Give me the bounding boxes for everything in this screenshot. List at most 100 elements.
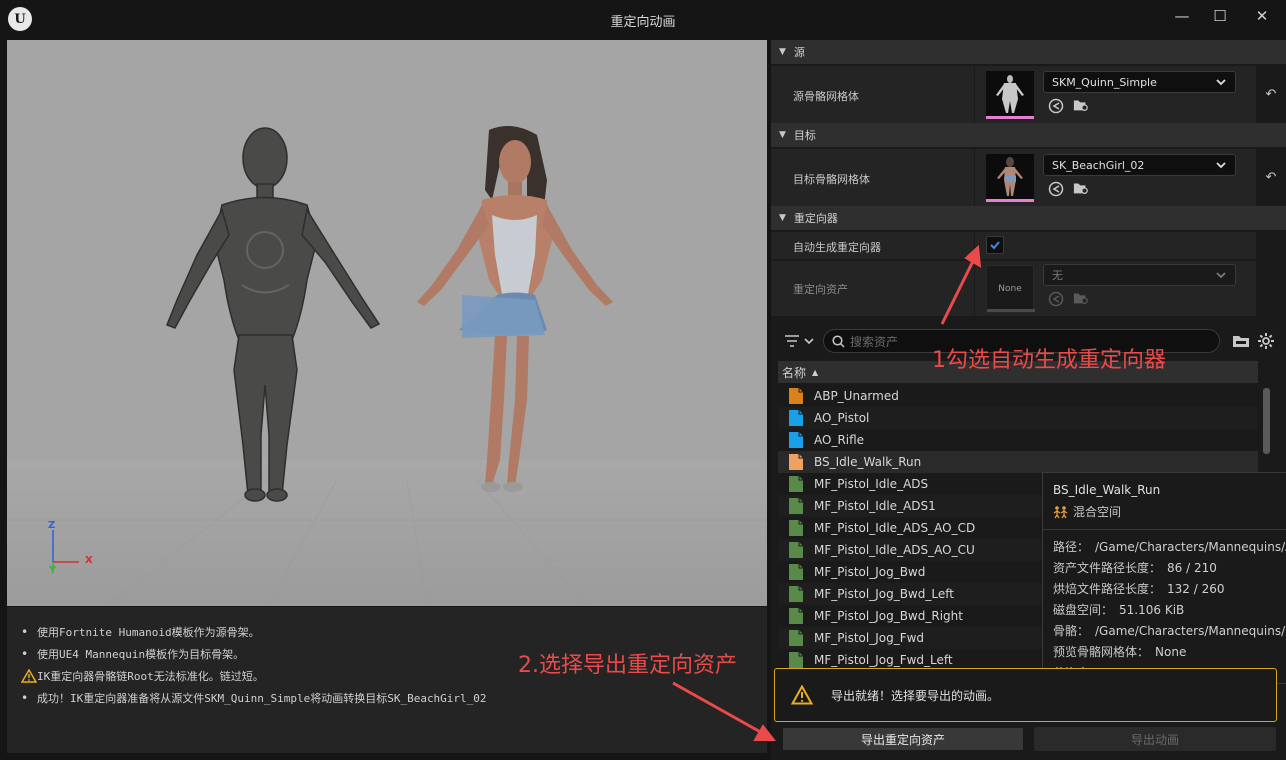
title-bar: U 重定向动画 — ☐ ✕: [0, 0, 1286, 38]
axis-x-label: X: [85, 555, 93, 566]
sort-ascending-icon: ▲: [812, 367, 819, 377]
asset-name: MF_Pistol_Jog_Fwd_Left: [814, 653, 953, 667]
asset-list-item[interactable]: BS_Idle_Walk_Run: [778, 451, 1258, 473]
retarget-asset-dropdown: 无: [1043, 264, 1236, 286]
axis-z-label: Z: [48, 520, 56, 531]
browse-folder-icon[interactable]: [1073, 97, 1089, 113]
log-line: • 使用Fortnite Humanoid模板作为源骨架。: [21, 625, 260, 639]
asset-name: MF_Pistol_Idle_ADS1: [814, 499, 936, 513]
close-button[interactable]: ✕: [1244, 4, 1280, 28]
export-retarget-assets-button[interactable]: 导出重定向资产: [782, 727, 1024, 751]
asset-name: AO_Pistol: [814, 411, 870, 425]
auto-generate-label: 自动生成重定向器: [793, 241, 881, 254]
use-selected-icon: [1048, 291, 1064, 307]
tooltip-value: /Game/Characters/Mannequins/A: [1095, 539, 1286, 554]
use-selected-icon[interactable]: [1048, 181, 1064, 197]
section-target[interactable]: ▼ 目标: [771, 123, 1286, 147]
asset-file-icon: [789, 542, 803, 558]
retarget-asset-thumbnail: None: [986, 265, 1035, 313]
search-icon: [832, 335, 845, 348]
tooltip-row: 预览骨骼网格体： None: [1053, 641, 1286, 662]
tooltip-key: 预览骨骼网格体：: [1053, 645, 1150, 659]
tooltip-value: 51.106 KiB: [1119, 602, 1185, 617]
asset-list-scrollbar[interactable]: [1263, 388, 1270, 454]
tooltip-key: 磁盘空间：: [1053, 603, 1114, 617]
source-mesh-thumbnail[interactable]: [986, 71, 1034, 119]
minimize-button[interactable]: —: [1164, 4, 1200, 28]
section-source[interactable]: ▼ 源: [771, 40, 1286, 64]
asset-name: MF_Pistol_Idle_ADS: [814, 477, 929, 491]
window-title: 重定向动画: [610, 15, 676, 30]
collapse-arrow-icon: ▼: [779, 47, 786, 57]
tooltip-row: 骨骼： /Game/Characters/Mannequins/M: [1053, 620, 1286, 641]
warning-icon: [791, 685, 813, 705]
tooltip-title: BS_Idle_Walk_Run: [1053, 483, 1161, 497]
reset-icon[interactable]: ↶: [1256, 148, 1286, 206]
asset-file-icon: [789, 630, 803, 646]
retarget-asset-label: 重定向资产: [793, 283, 848, 296]
use-selected-icon[interactable]: [1048, 98, 1064, 114]
asset-file-icon: [789, 498, 803, 514]
asset-name: MF_Pistol_Idle_ADS_AO_CD: [814, 521, 976, 535]
target-mesh-row: 目标骨骼网格体 SK_BeachGirl_02: [771, 148, 1256, 206]
viewport-scene: [7, 126, 767, 606]
asset-name: MF_Pistol_Idle_ADS_AO_CU: [814, 543, 975, 557]
section-retargeter[interactable]: ▼ 重定向器: [771, 206, 1286, 230]
asset-list-item[interactable]: AO_Rifle: [778, 429, 1258, 451]
asset-name: BS_Idle_Walk_Run: [814, 455, 922, 469]
asset-list-item[interactable]: AO_Pistol: [778, 407, 1258, 429]
asset-file-icon: [789, 410, 803, 426]
settings-gear-icon[interactable]: [1257, 332, 1275, 350]
checkmark-icon: [990, 241, 1000, 250]
annotation-step1: 1勾选自动生成重定向器: [932, 348, 1166, 373]
blendspace-icon: [1053, 505, 1068, 518]
asset-file-icon: [789, 388, 803, 404]
tooltip-value: 132 / 260: [1167, 581, 1225, 596]
collapse-arrow-icon: ▼: [779, 130, 786, 140]
asset-name: MF_Pistol_Jog_Bwd_Left: [814, 587, 954, 601]
tooltip-value: /Game/Characters/Mannequins/M: [1095, 623, 1286, 638]
reset-icon[interactable]: ↶: [1256, 65, 1286, 123]
tooltip-key: 烘焙文件路径长度：: [1053, 582, 1162, 596]
target-character-figure: [417, 126, 613, 492]
log-panel: • 使用Fortnite Humanoid模板作为源骨架。 • 使用UE4 Mann…: [7, 607, 767, 753]
asset-file-icon: [789, 608, 803, 624]
asset-list-item[interactable]: ABP_Unarmed: [778, 385, 1258, 407]
source-mesh-dropdown[interactable]: SKM_Quinn_Simple: [1043, 71, 1236, 93]
browse-folder-icon[interactable]: [1073, 180, 1089, 196]
source-mannequin-figure: [166, 127, 381, 502]
asset-name: ABP_Unarmed: [814, 389, 899, 403]
target-mesh-dropdown[interactable]: SK_BeachGirl_02: [1043, 154, 1236, 176]
target-mesh-thumbnail[interactable]: [986, 154, 1034, 202]
preview-viewport[interactable]: Z X Y: [7, 40, 767, 606]
maximize-button[interactable]: ☐: [1202, 4, 1238, 28]
browse-folder-icon: [1073, 293, 1088, 304]
bullet-icon: •: [21, 691, 29, 705]
tooltip-key: 路径：: [1053, 540, 1090, 554]
bullet-icon: •: [21, 625, 29, 639]
tooltip-type: 混合空间: [1053, 503, 1286, 520]
asset-file-icon: [789, 454, 803, 470]
export-animations-button[interactable]: 导出动画: [1034, 727, 1276, 751]
asset-file-icon: [789, 520, 803, 536]
retarget-asset-row: 重定向资产 None 无: [771, 260, 1256, 316]
asset-file-icon: [789, 564, 803, 580]
asset-file-icon: [789, 586, 803, 602]
target-mesh-label: 目标骨骼网格体: [793, 173, 870, 186]
asset-file-icon: [789, 432, 803, 448]
asset-tooltip: BS_Idle_Walk_Run 混合空间 路径： /Game/Character…: [1042, 472, 1286, 684]
asset-name: AO_Rifle: [814, 433, 865, 447]
auto-generate-checkbox[interactable]: [986, 236, 1004, 254]
asset-file-icon: [789, 476, 803, 492]
source-mesh-label: 源骨骼网格体: [793, 90, 859, 103]
asset-name: MF_Pistol_Jog_Bwd: [814, 565, 926, 579]
tooltip-row: 资产文件路径长度： 86 / 210: [1053, 557, 1286, 578]
asset-name: MF_Pistol_Jog_Fwd: [814, 631, 925, 645]
filter-icon[interactable]: [784, 333, 816, 349]
bullet-icon: •: [21, 647, 29, 661]
asset-file-icon: [789, 652, 803, 668]
chevron-down-icon: [1216, 272, 1226, 279]
chevron-down-icon: [1216, 79, 1226, 86]
annotation-step2: 2.选择导出重定向资产: [518, 653, 737, 678]
folder-icon[interactable]: [1232, 333, 1250, 349]
